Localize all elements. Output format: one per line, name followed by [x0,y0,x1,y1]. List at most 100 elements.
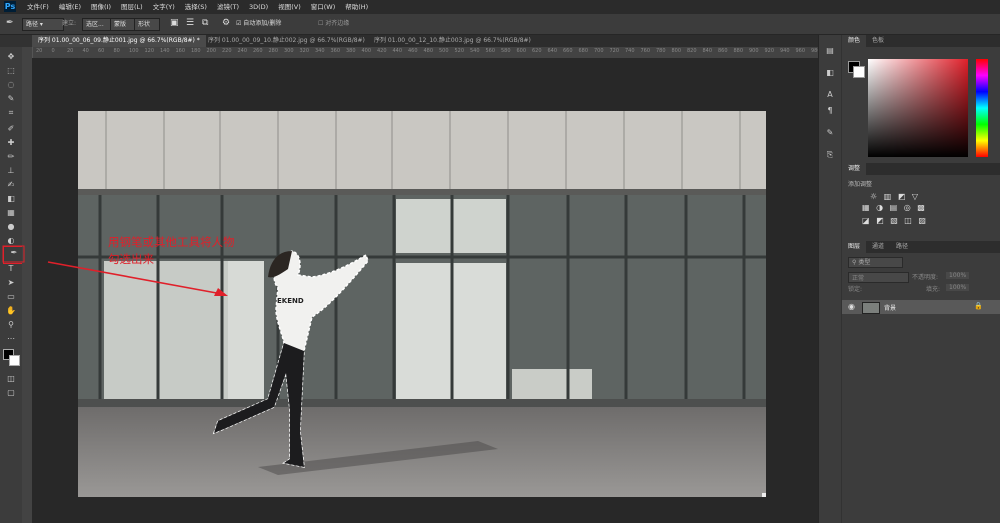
crop-tool-icon[interactable]: ⌗ [4,107,18,119]
screen-mode-icon[interactable]: ▢ [4,387,18,399]
blur-tool-icon[interactable]: ● [4,221,18,233]
opacity-value[interactable]: 100% [946,272,970,279]
make-label: 建立: [62,20,77,27]
mask-button[interactable]: 蒙版 [110,18,136,31]
ruler-tick-label: 360 [330,48,341,54]
lasso-tool-icon[interactable]: ◌ [4,79,18,91]
arrange-icon[interactable]: ⧉ [202,18,208,29]
tab-document-1[interactable]: 序列 01.00_00_06_09.静止001.jpg @ 66.7%(RGB/… [32,35,206,47]
history-brush-tool-icon[interactable]: ✍ [4,179,18,191]
ruler-tick-label: 180 [191,48,201,54]
menu-item[interactable]: 视图(V) [273,0,306,14]
menu-item[interactable]: 滤镜(T) [212,0,244,14]
character-panel-icon[interactable]: A [824,89,836,101]
eraser-tool-icon[interactable]: ◧ [4,193,18,205]
background-color-swatch[interactable] [9,355,20,366]
tab-layers[interactable]: 图层 [842,241,867,253]
actions-panel-icon[interactable]: ◧ [824,67,836,79]
history-panel-icon[interactable]: ▤ [824,45,836,57]
ruler-tick-label: 60 [98,48,105,54]
ruler-tick-label: 940 [780,48,790,54]
adjustment-icons-row-2[interactable]: ▦ ◑ ▤ ◎ ▩ [842,201,1000,214]
ruler-tick-label: 840 [702,48,713,54]
clone-source-panel-icon[interactable]: ⎘ [824,149,836,161]
menu-item[interactable]: 文件(F) [22,0,54,14]
align-edges-checkbox[interactable]: ☐ 对齐边缘 [318,18,349,29]
menu-item[interactable]: 窗口(W) [306,0,341,14]
tab-document-2[interactable]: 序列 01.00_00_09_10.静止002.jpg @ 66.7%(RGB/… [202,35,371,47]
tab-swatches[interactable]: 色板 [866,35,890,47]
ruler-tick-label: 580 [501,48,511,54]
tab-color[interactable]: 颜色 [842,35,867,47]
fill-value[interactable]: 100% [946,284,970,291]
gradient-tool-icon[interactable]: ▦ [4,207,18,219]
ruler-tick-label: 440 [392,48,403,54]
healing-brush-tool-icon[interactable]: ✚ [4,137,18,149]
tab-document-3[interactable]: 序列 01.00_00_12_10.静止003.jpg @ 66.7%(RGB/… [368,35,537,47]
tab-adjustments[interactable]: 调整 [842,163,867,175]
adjustment-icons-row-1[interactable]: ☼ ▥ ◩ ▽ [842,192,1000,201]
gear-icon[interactable]: ⚙ [222,18,230,29]
document-image[interactable]: EKEND [78,111,766,497]
ruler-tick-label: 340 [315,48,325,54]
ruler-tick-label: 720 [609,48,620,54]
shape-button[interactable]: 形状 [134,18,160,31]
ruler-tick-label: 320 [299,48,310,54]
svg-text:EKEND: EKEND [277,297,304,305]
eyedropper-tool-icon[interactable]: ✐ [4,123,18,135]
quick-mask-icon[interactable]: ◫ [4,373,18,385]
menu-item[interactable]: 图层(L) [116,0,148,14]
ruler-tick-label: 140 [160,48,170,54]
tab-paths[interactable]: 路径 [890,241,914,253]
hand-tool-icon[interactable]: ✋ [4,305,18,317]
marquee-tool-icon[interactable]: ⬚ [4,65,18,77]
layer-row-background[interactable]: ◉ 背景 🔒 [842,300,1000,314]
color-background-swatch[interactable] [853,66,865,78]
tab-channels[interactable]: 通道 [866,241,890,253]
ruler-tick-label: 660 [563,48,573,54]
menu-item[interactable]: 图像(I) [86,0,116,14]
zoom-tool-icon[interactable]: ⚲ [4,319,18,331]
path-select-tool-icon[interactable]: ➤ [4,277,18,289]
menu-item[interactable]: 文字(Y) [148,0,180,14]
align-icon[interactable]: ☰ [186,18,194,29]
brush-panel-icon[interactable]: ✎ [824,127,836,139]
mode-select[interactable]: 路径 ▾ [22,18,64,31]
ruler-tick-label: 120 [144,48,155,54]
more-tools-icon[interactable]: ⋯ [4,333,18,345]
ruler-tick-label: 500 [439,48,449,54]
ruler-tick-label: 540 [470,48,480,54]
paragraph-panel-icon[interactable]: ¶ [824,105,836,117]
auto-add-checkbox[interactable]: ☑ 自动添加/删除 [236,18,281,29]
color-picker-field[interactable] [868,59,968,157]
blend-mode-select[interactable]: 正常 [848,272,909,283]
path-ops-icon[interactable]: ▣ [170,18,179,29]
hue-slider[interactable] [976,59,988,157]
ruler-tick-label: 280 [268,48,279,54]
ruler-tick-label: 760 [640,48,651,54]
menu-item[interactable]: 编辑(E) [54,0,86,14]
selection-button[interactable]: 选区... [82,18,112,31]
menu-item[interactable]: 帮助(H) [340,0,373,14]
clone-stamp-tool-icon[interactable]: ⊥ [4,165,18,177]
type-tool-icon[interactable]: T [4,263,18,275]
ruler-tick-label: 960 [795,48,806,54]
ruler-tick-label: 0 [51,48,55,54]
quick-select-tool-icon[interactable]: ✎ [4,93,18,105]
visibility-eye-icon[interactable]: ◉ [848,302,855,311]
layer-kind-filter[interactable]: ⚲ 类型 [848,257,903,268]
layer-thumbnail [862,302,880,314]
ruler-tick-label: 780 [656,48,666,54]
color-panel-tabs: 颜色 色板 [842,35,1000,47]
move-tool-icon[interactable]: ✥ [4,51,18,63]
ruler-tick-label: 400 [361,48,372,54]
pen-tool-icon[interactable]: ✒ [6,18,14,29]
menu-item[interactable]: 选择(S) [180,0,212,14]
rectangle-tool-icon[interactable]: ▭ [4,291,18,303]
add-adjustment-label: 添加调整 [848,181,873,188]
menu-item[interactable]: 3D(D) [244,0,273,14]
ruler-tick-label: 820 [687,48,697,54]
adjustment-icons-row-3[interactable]: ◪ ◩ ▧ ◫ ▨ [842,214,1000,227]
ruler-tick-label: 260 [253,48,263,54]
brush-tool-icon[interactable]: ✏ [4,151,18,163]
